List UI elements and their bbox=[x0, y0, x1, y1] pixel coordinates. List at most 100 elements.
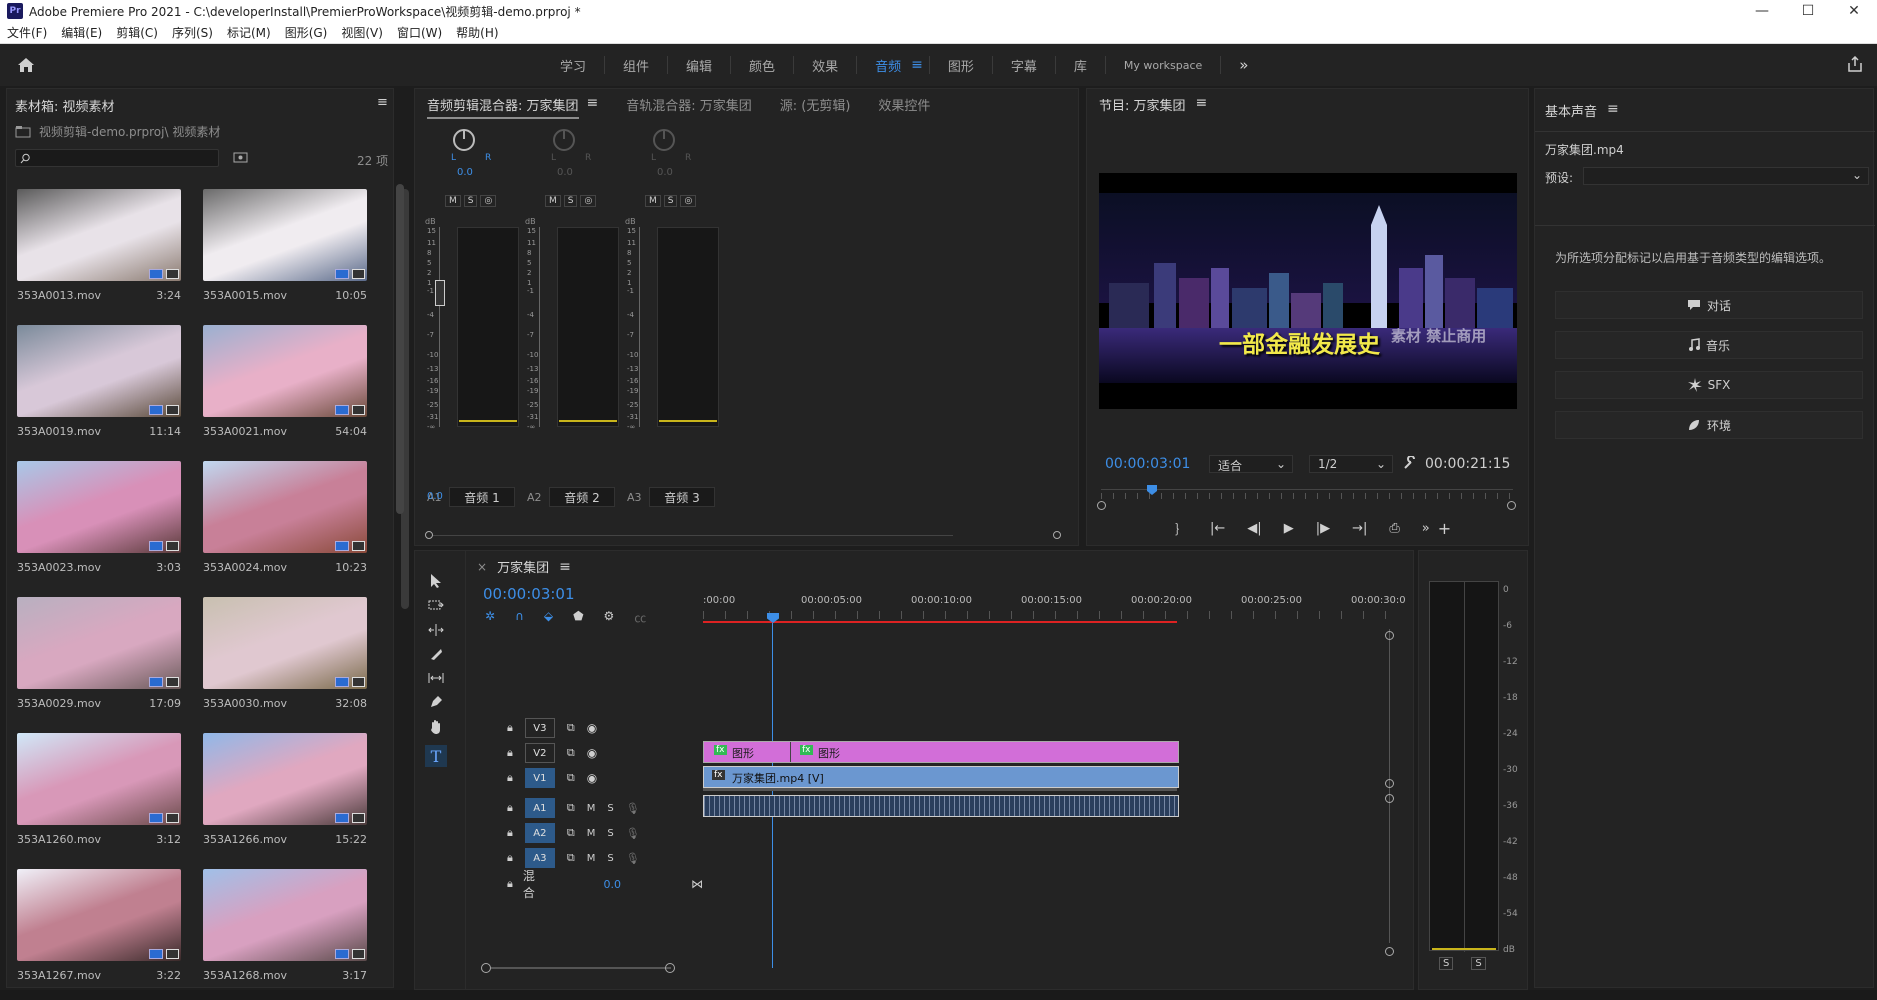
program-menu-icon[interactable]: ≡ bbox=[1196, 95, 1208, 114]
timeline-title[interactable]: 万家集团 bbox=[497, 557, 549, 576]
record-button[interactable]: ◎ bbox=[580, 195, 597, 207]
tab-effect-controls[interactable]: 效果控件 bbox=[878, 95, 930, 119]
pan-knob[interactable] bbox=[553, 129, 575, 151]
slip-tool-icon[interactable] bbox=[428, 671, 444, 685]
program-scrub-track[interactable] bbox=[1101, 489, 1513, 490]
export-frame-button[interactable]: ⎙ bbox=[1389, 521, 1399, 536]
close-button[interactable]: ✕ bbox=[1831, 3, 1877, 19]
music-button[interactable]: 音乐 bbox=[1555, 331, 1863, 359]
snap-icon[interactable]: ∩ bbox=[515, 609, 524, 626]
ws-tab-audio[interactable]: 音频 bbox=[857, 56, 919, 75]
ripple-edit-tool-icon[interactable] bbox=[428, 623, 444, 637]
track-lock-icon[interactable]: 🔒︎ bbox=[507, 801, 513, 815]
track-select-tool-icon[interactable] bbox=[428, 599, 444, 613]
ws-tab-captions[interactable]: 字幕 bbox=[993, 56, 1055, 75]
razor-tool-icon[interactable] bbox=[429, 647, 443, 661]
clip-item[interactable]: 353A0029.mov 17:09 bbox=[17, 597, 181, 710]
clip-item[interactable]: 353A0019.mov 11:14 bbox=[17, 325, 181, 438]
solo-right-button[interactable]: S bbox=[1471, 957, 1486, 970]
track-lock-icon[interactable]: 🔒︎ bbox=[507, 771, 513, 785]
ws-tab-assembly[interactable]: 组件 bbox=[605, 56, 667, 75]
track-visibility-icon[interactable]: ◉ bbox=[587, 746, 597, 760]
mixer-scroll-right-handle[interactable] bbox=[1053, 531, 1061, 539]
track-lock-icon[interactable]: 🔒︎ bbox=[507, 746, 513, 760]
track-mute-button[interactable]: M bbox=[587, 828, 596, 839]
captions-icon[interactable]: ㏄ bbox=[634, 609, 646, 626]
ambience-button[interactable]: 环境 bbox=[1555, 411, 1863, 439]
menu-edit[interactable]: 编辑(E) bbox=[54, 24, 109, 41]
ws-tab-learn[interactable]: 学习 bbox=[542, 56, 604, 75]
mute-button[interactable]: M bbox=[445, 195, 461, 207]
track-target-toggle[interactable]: V2 bbox=[524, 743, 555, 763]
track-solo-button[interactable]: S bbox=[607, 803, 613, 814]
track-sync-lock-icon[interactable]: ⧉ bbox=[567, 801, 575, 815]
menu-window[interactable]: 窗口(W) bbox=[390, 24, 449, 41]
track-mute-button[interactable]: M bbox=[587, 853, 596, 864]
tab-audio-track-mixer[interactable]: 音轨混合器: 万家集团 bbox=[626, 95, 752, 119]
track-target-toggle[interactable]: A3 bbox=[524, 848, 555, 868]
tab-audio-clip-mixer[interactable]: 音频剪辑混合器: 万家集团 bbox=[427, 95, 579, 119]
record-button[interactable]: ◎ bbox=[680, 195, 697, 207]
track-visibility-icon[interactable]: ◉ bbox=[587, 771, 597, 785]
a-scroll-handle-top[interactable] bbox=[1385, 794, 1394, 803]
clip-item[interactable]: 353A0024.mov 10:23 bbox=[203, 461, 367, 574]
pan-knob[interactable] bbox=[453, 129, 475, 151]
track-lock-icon[interactable]: 🔒︎ bbox=[507, 826, 513, 840]
timeline-ruler[interactable]: :00:00 00:00:05:00 00:00:10:00 00:00:15:00 0… bbox=[703, 595, 1406, 619]
ws-tab-color[interactable]: 颜色 bbox=[731, 56, 793, 75]
audio-clip-track-a1[interactable] bbox=[703, 795, 1179, 817]
timeline-close-button[interactable]: × bbox=[477, 560, 487, 574]
graphic-clip-track-v2[interactable]: fx 图形 fx 图形 bbox=[703, 741, 1179, 763]
basic-sound-title[interactable]: 基本声音 bbox=[1545, 101, 1597, 120]
track-sync-lock-icon[interactable]: ⧉ bbox=[567, 746, 575, 760]
track-sync-lock-icon[interactable]: ⧉ bbox=[567, 721, 575, 735]
pan-knob[interactable] bbox=[653, 129, 675, 151]
add-button[interactable]: + bbox=[1438, 519, 1451, 538]
zoom-left-handle[interactable] bbox=[1097, 501, 1106, 510]
program-quality-select[interactable]: 1/2 ⌄ bbox=[1309, 455, 1393, 473]
track-mute-button[interactable]: M bbox=[587, 803, 596, 814]
program-title[interactable]: 节目: 万家集团 bbox=[1099, 95, 1186, 114]
menu-file[interactable]: 文件(F) bbox=[0, 24, 54, 41]
add-marker-icon[interactable]: ⬟ bbox=[573, 609, 583, 626]
h-zoom-handle-right[interactable] bbox=[665, 963, 675, 973]
v-scroll-handle-bottom[interactable] bbox=[1385, 779, 1394, 788]
tab-source[interactable]: 源: (无剪辑) bbox=[780, 95, 851, 119]
menu-markers[interactable]: 标记(M) bbox=[220, 24, 278, 41]
program-playhead-timecode[interactable]: 00:00:03:01 bbox=[1105, 456, 1190, 472]
clip-item[interactable]: 353A1266.mov 15:22 bbox=[203, 733, 367, 846]
channel-name[interactable]: 音频 1 bbox=[449, 487, 515, 507]
timeline-settings-icon[interactable]: ⚙ bbox=[604, 609, 615, 626]
step-back-button[interactable]: ◀| bbox=[1247, 521, 1261, 536]
menu-help[interactable]: 帮助(H) bbox=[449, 24, 505, 41]
v-scroll-handle-top[interactable] bbox=[1385, 631, 1394, 640]
maximize-button[interactable]: ☐ bbox=[1785, 3, 1831, 19]
timeline-timecode[interactable]: 00:00:03:01 bbox=[483, 585, 575, 603]
play-button[interactable]: ▶ bbox=[1284, 521, 1294, 536]
track-lock-icon[interactable]: 🔒︎ bbox=[507, 851, 513, 865]
ws-tab-my-workspace[interactable]: My workspace bbox=[1106, 59, 1220, 72]
clip-item[interactable]: 353A1267.mov 3:22 bbox=[17, 869, 181, 982]
clip-item[interactable]: 353A0030.mov 32:08 bbox=[203, 597, 367, 710]
microphone-icon[interactable]: 🎙︎ bbox=[626, 802, 640, 815]
sfx-button[interactable]: SFX bbox=[1555, 371, 1863, 399]
track-lock-icon[interactable]: 🔒︎ bbox=[507, 721, 513, 735]
go-to-out-button[interactable]: →| bbox=[1352, 521, 1367, 536]
track-visibility-icon[interactable]: ◉ bbox=[587, 721, 597, 735]
clip-item[interactable]: 353A1268.mov 3:17 bbox=[203, 869, 367, 982]
ws-tab-graphics[interactable]: 图形 bbox=[930, 56, 992, 75]
bin-menu-icon[interactable]: ≡ bbox=[377, 95, 388, 110]
ws-tab-edit[interactable]: 编辑 bbox=[668, 56, 730, 75]
bin-search-input[interactable] bbox=[15, 149, 219, 167]
solo-button[interactable]: S bbox=[463, 195, 478, 207]
ws-menu-icon[interactable]: ≡ bbox=[911, 57, 923, 73]
linked-selection-icon[interactable]: ⬙ bbox=[544, 609, 553, 626]
track-sync-lock-icon[interactable]: ⧉ bbox=[567, 826, 575, 840]
preset-select[interactable]: ⌄ bbox=[1583, 167, 1869, 185]
h-scrollbar[interactable] bbox=[491, 967, 671, 969]
mix-collapse-icon[interactable]: ⋈ bbox=[691, 877, 703, 891]
mute-button[interactable]: M bbox=[545, 195, 561, 207]
selection-tool-icon[interactable] bbox=[429, 573, 443, 589]
mixer-scroll-left-handle[interactable] bbox=[425, 531, 433, 539]
a-scroll-handle-bottom[interactable] bbox=[1385, 947, 1394, 956]
